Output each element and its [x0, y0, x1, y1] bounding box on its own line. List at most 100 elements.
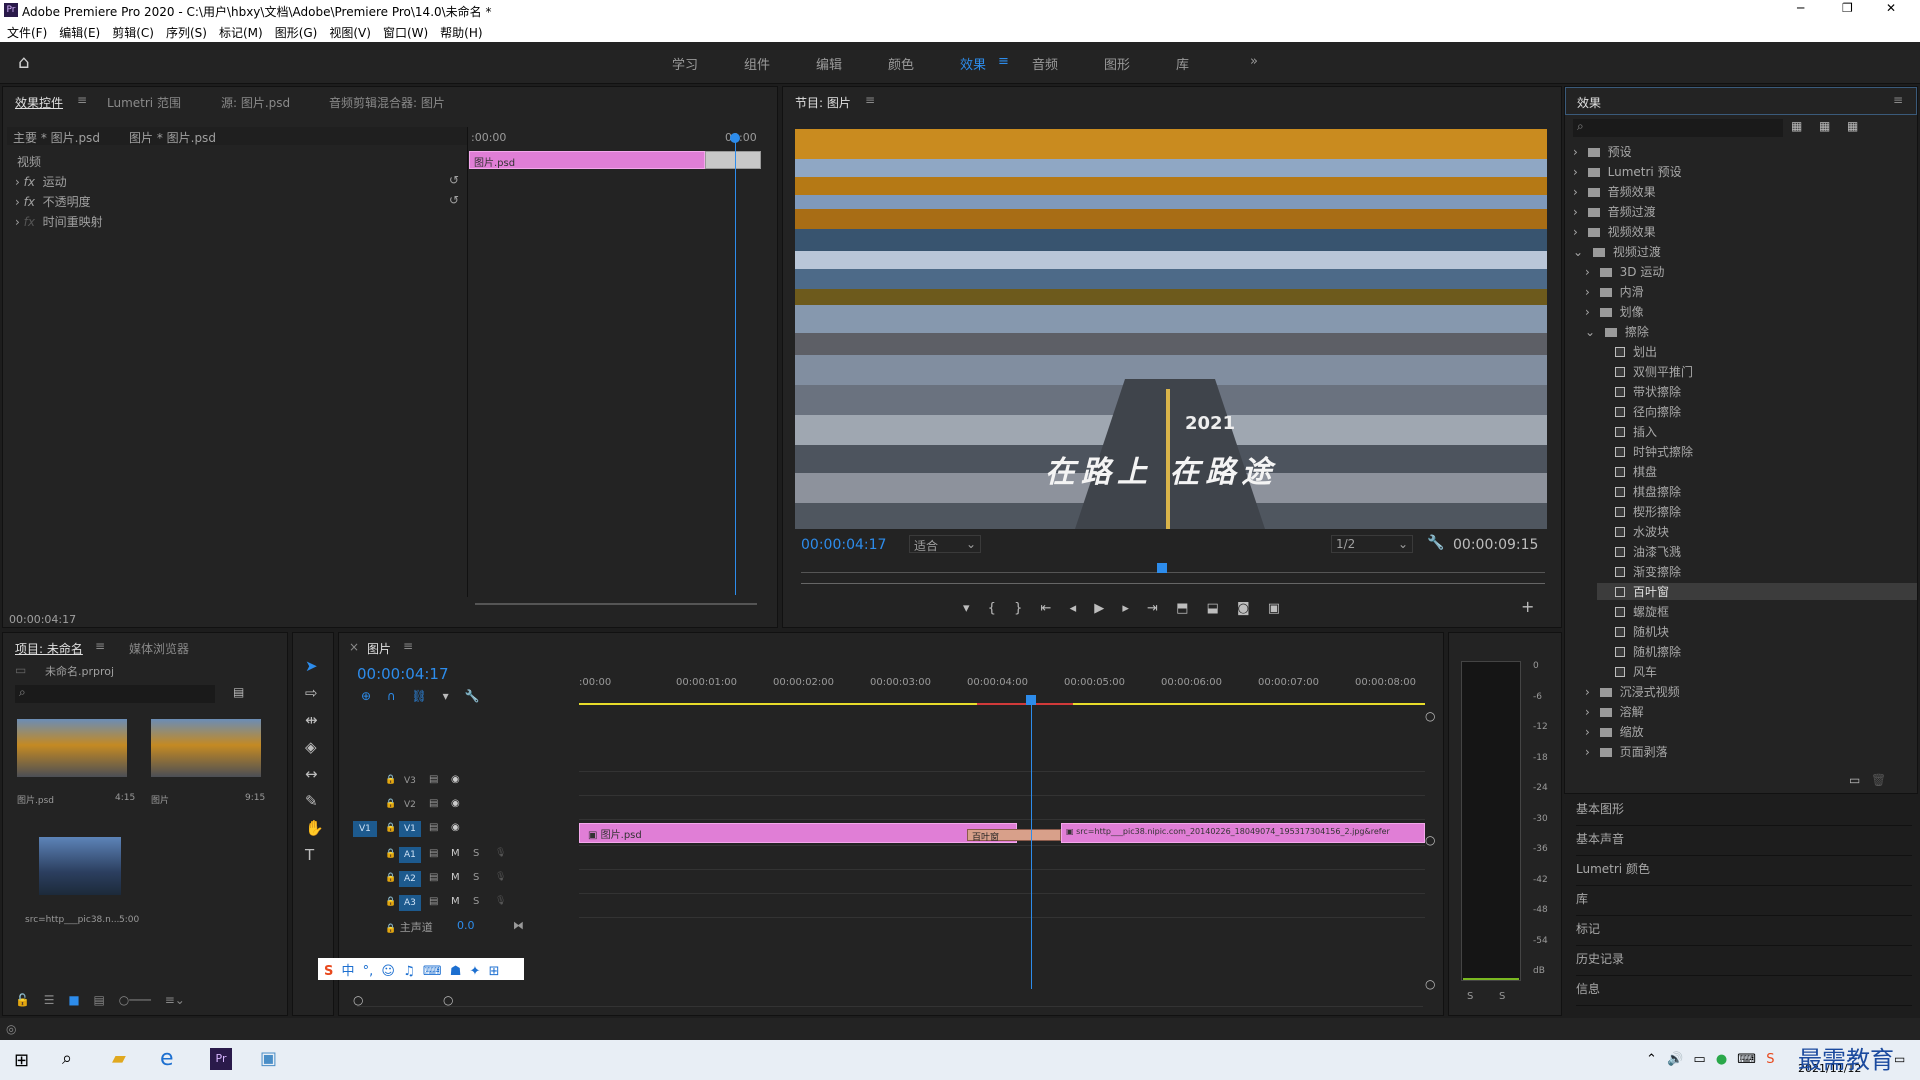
premiere-taskbar-icon[interactable]: Pr — [210, 1048, 232, 1070]
v-scroll-handle-2[interactable]: ○ — [1425, 833, 1435, 847]
timeline-playhead[interactable] — [1031, 699, 1032, 989]
fx-opacity[interactable]: › fx 不透明度 — [15, 193, 91, 210]
sogou-tray-icon[interactable]: S — [1766, 1052, 1774, 1067]
workspace-menu-icon[interactable]: ≡ — [998, 54, 1009, 69]
sort-icon[interactable]: ≡⌄ — [165, 993, 185, 1007]
menu-item[interactable]: 图形(G) — [275, 26, 318, 40]
chevron-down-icon[interactable]: ⌄ — [1573, 245, 1587, 259]
extract-icon[interactable]: ⬓ — [1207, 601, 1219, 616]
microphone-icon[interactable]: 🎙 — [495, 896, 506, 906]
tab-menu-icon[interactable]: ≡ — [77, 93, 87, 107]
ime-toolbar[interactable]: S 中 °, ☺ ♫ ⌨ ☗ ✦ ⊞ — [318, 958, 524, 980]
track-label[interactable]: V3 — [399, 773, 421, 789]
quality-dropdown[interactable]: 1/2 ⌄ — [1331, 535, 1413, 553]
program-ruler[interactable] — [801, 567, 1545, 573]
chevron-right-icon[interactable]: › — [1573, 185, 1582, 199]
effects-tree-item[interactable]: 插入 — [1597, 423, 1917, 440]
effects-tree-item[interactable]: 时钟式擦除 — [1597, 443, 1917, 460]
effects-tree-item[interactable]: 棋盘擦除 — [1597, 483, 1917, 500]
voice-over-icon[interactable]: ▤ — [429, 848, 438, 859]
input-icon[interactable]: ⌨ — [1737, 1052, 1756, 1067]
edge-browser-icon[interactable]: e — [160, 1046, 174, 1071]
timeline-settings-icon[interactable]: 🔧 — [464, 689, 479, 703]
settings-wrench-icon[interactable]: 🔧 — [1427, 535, 1444, 551]
tab-lumetri-scopes[interactable]: Lumetri 范围 — [107, 94, 181, 111]
go-to-in-icon[interactable]: ⇤ — [1041, 601, 1052, 616]
ripple-edit-tool-icon[interactable]: ⇹ — [305, 707, 324, 734]
effects-tree-item[interactable]: 风车 — [1597, 663, 1917, 680]
solo-icon[interactable]: S — [473, 872, 479, 883]
eye-icon[interactable]: ◉ — [451, 798, 460, 809]
timeline-playhead-handle[interactable] — [1026, 695, 1036, 705]
source-patch-v1[interactable]: V1 — [353, 821, 377, 837]
track-label[interactable]: V2 — [399, 797, 421, 813]
microphone-icon[interactable]: 🎙 — [495, 848, 506, 858]
mute-icon[interactable]: M — [451, 848, 460, 859]
microphone-icon[interactable]: 🎙 — [495, 872, 506, 882]
scroll-handle-right[interactable]: ○ — [443, 993, 453, 1007]
minimize-button[interactable]: ─ — [1797, 1, 1804, 15]
track-label[interactable]: A1 — [399, 847, 421, 863]
lock-icon[interactable]: 🔓 — [15, 993, 30, 1007]
network-icon[interactable]: ▭ — [1693, 1052, 1705, 1067]
voice-over-icon[interactable]: ▤ — [429, 872, 438, 883]
menu-item[interactable]: 编辑(E) — [59, 26, 100, 40]
effects-tree-item[interactable]: 油漆飞溅 — [1597, 543, 1917, 560]
chevron-right-icon[interactable]: › — [1585, 265, 1594, 279]
master-clip-label[interactable]: 主要 * 图片.psd — [13, 129, 100, 146]
workspace-graphics[interactable]: 图形 — [1104, 54, 1130, 73]
scroll-handle-left[interactable]: ○ — [353, 993, 363, 1007]
program-menu-icon[interactable]: ≡ — [865, 93, 875, 107]
lock-track-icon[interactable]: 🔒 — [385, 799, 396, 809]
workspace-audio[interactable]: 音频 — [1032, 54, 1058, 73]
chevron-right-icon[interactable]: › — [1573, 205, 1582, 219]
menu-item[interactable]: 视图(V) — [329, 26, 371, 40]
panel-section-header[interactable]: 历史记录 — [1576, 950, 1912, 976]
icon-view-icon[interactable]: ■ — [68, 993, 79, 1007]
solo-right-button[interactable]: S — [1499, 991, 1505, 1002]
windows-start-icon[interactable]: ⊞ — [14, 1050, 29, 1071]
effects-tree-item[interactable]: 楔形擦除 — [1597, 503, 1917, 520]
accelerated-effects-icon[interactable]: ▦ — [1791, 119, 1802, 133]
effects-tree-item[interactable]: › 缩放 — [1585, 723, 1917, 740]
lock-track-icon[interactable]: 🔒 — [385, 849, 396, 859]
workspace-effects[interactable]: 效果 — [960, 54, 986, 73]
step-back-icon[interactable]: ◂ — [1070, 601, 1077, 616]
master-volume[interactable]: 0.0 — [457, 919, 475, 932]
timeline-h-scrollbar[interactable] — [357, 999, 1423, 1007]
chevron-right-icon[interactable]: › — [1573, 225, 1582, 239]
panel-section-header[interactable]: 库 — [1576, 890, 1912, 916]
effects-menu-icon[interactable]: ≡ — [1893, 93, 1903, 107]
toggle-sync-lock-icon[interactable]: ▤ — [429, 774, 438, 785]
ec-scrollbar[interactable] — [475, 603, 757, 605]
hand-tool-icon[interactable]: ✋ — [305, 815, 324, 842]
chevron-right-icon[interactable]: › — [1573, 145, 1582, 159]
workspace-libraries[interactable]: 库 — [1176, 54, 1189, 73]
eye-icon[interactable]: ◉ — [451, 822, 460, 833]
file-explorer-icon[interactable]: ▰ — [112, 1048, 126, 1069]
effects-tree-item[interactable]: 棋盘 — [1597, 463, 1917, 480]
step-forward-icon[interactable]: ▸ — [1122, 601, 1129, 616]
menu-item[interactable]: 剪辑(C) — [112, 26, 154, 40]
chevron-right-icon[interactable]: › — [1585, 725, 1594, 739]
add-button-icon[interactable]: + — [1521, 597, 1534, 616]
clip-selector[interactable]: 图片 * 图片.psd — [129, 129, 216, 146]
menu-item[interactable]: 序列(S) — [166, 26, 207, 40]
project-item-2[interactable]: 图片 9:15 — [151, 719, 271, 809]
effects-tree-item[interactable]: › 音频效果 — [1573, 183, 1917, 200]
workspace-learn[interactable]: 学习 — [672, 54, 698, 73]
mark-out-icon[interactable]: } — [1014, 601, 1022, 616]
play-icon[interactable]: ▶ — [1094, 601, 1104, 616]
nest-icon[interactable]: ⊕ — [361, 689, 371, 703]
v-scroll-handle-1[interactable]: ○ — [1425, 709, 1435, 723]
fx-time-remap[interactable]: › fx 时间重映射 — [15, 213, 103, 230]
find-icon[interactable]: ▤ — [233, 685, 244, 699]
new-bin-icon[interactable]: ▭ — [1849, 773, 1860, 787]
pen-tool-icon[interactable]: ✎ — [305, 788, 324, 815]
lock-track-icon[interactable]: 🔒 — [385, 873, 396, 883]
list-view-icon[interactable]: ☰ — [44, 993, 55, 1007]
tab-project[interactable]: 项目: 未命名 — [15, 640, 83, 657]
track-label[interactable]: A2 — [399, 871, 421, 887]
compare-icon[interactable]: ▣ — [1268, 601, 1280, 616]
notification-icon[interactable]: ▭ — [1894, 1052, 1905, 1066]
